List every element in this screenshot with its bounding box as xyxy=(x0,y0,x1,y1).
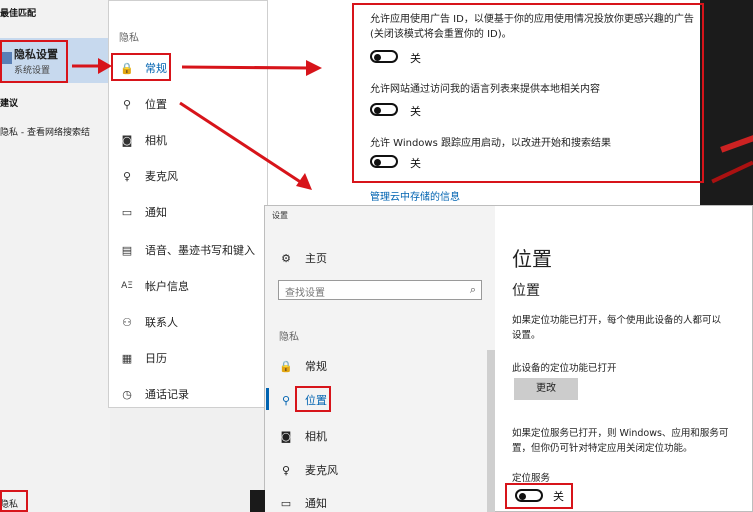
arrow-to-location-window xyxy=(179,101,312,190)
arrow-to-general-settings xyxy=(181,60,322,76)
annotation-arrows xyxy=(72,58,322,190)
arrow-to-privacy-nav xyxy=(72,58,112,74)
